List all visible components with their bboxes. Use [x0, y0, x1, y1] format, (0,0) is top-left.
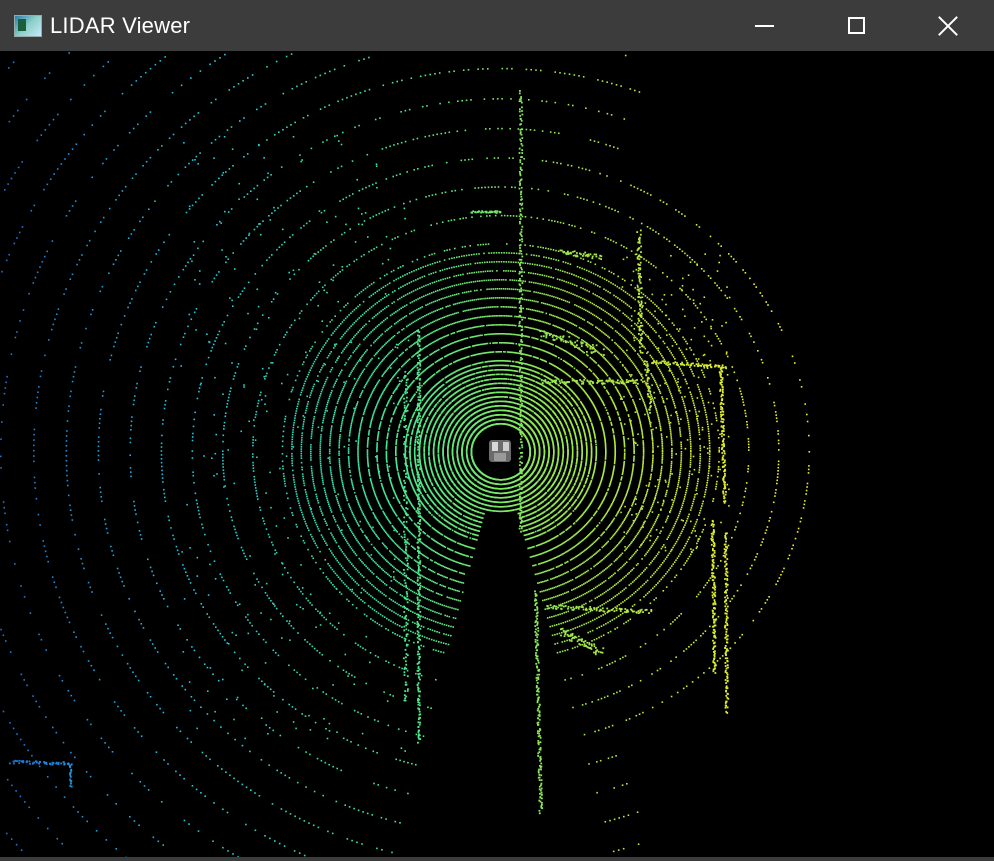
maximize-icon: [848, 17, 865, 34]
title-bar[interactable]: LIDAR Viewer: [0, 0, 994, 51]
minimize-button[interactable]: [718, 0, 810, 51]
app-icon: [14, 15, 42, 37]
close-button[interactable]: [902, 0, 994, 51]
maximize-button[interactable]: [810, 0, 902, 51]
window-controls: [718, 0, 994, 51]
scene-structures: [9, 90, 731, 814]
point-cloud-canvas[interactable]: [0, 51, 994, 857]
close-icon: [937, 15, 959, 37]
window-title: LIDAR Viewer: [50, 13, 190, 39]
window-bottom-border: [0, 857, 994, 861]
car-icon: [489, 440, 511, 462]
minimize-icon: [755, 25, 774, 27]
point-cloud-viewport[interactable]: [0, 51, 994, 857]
